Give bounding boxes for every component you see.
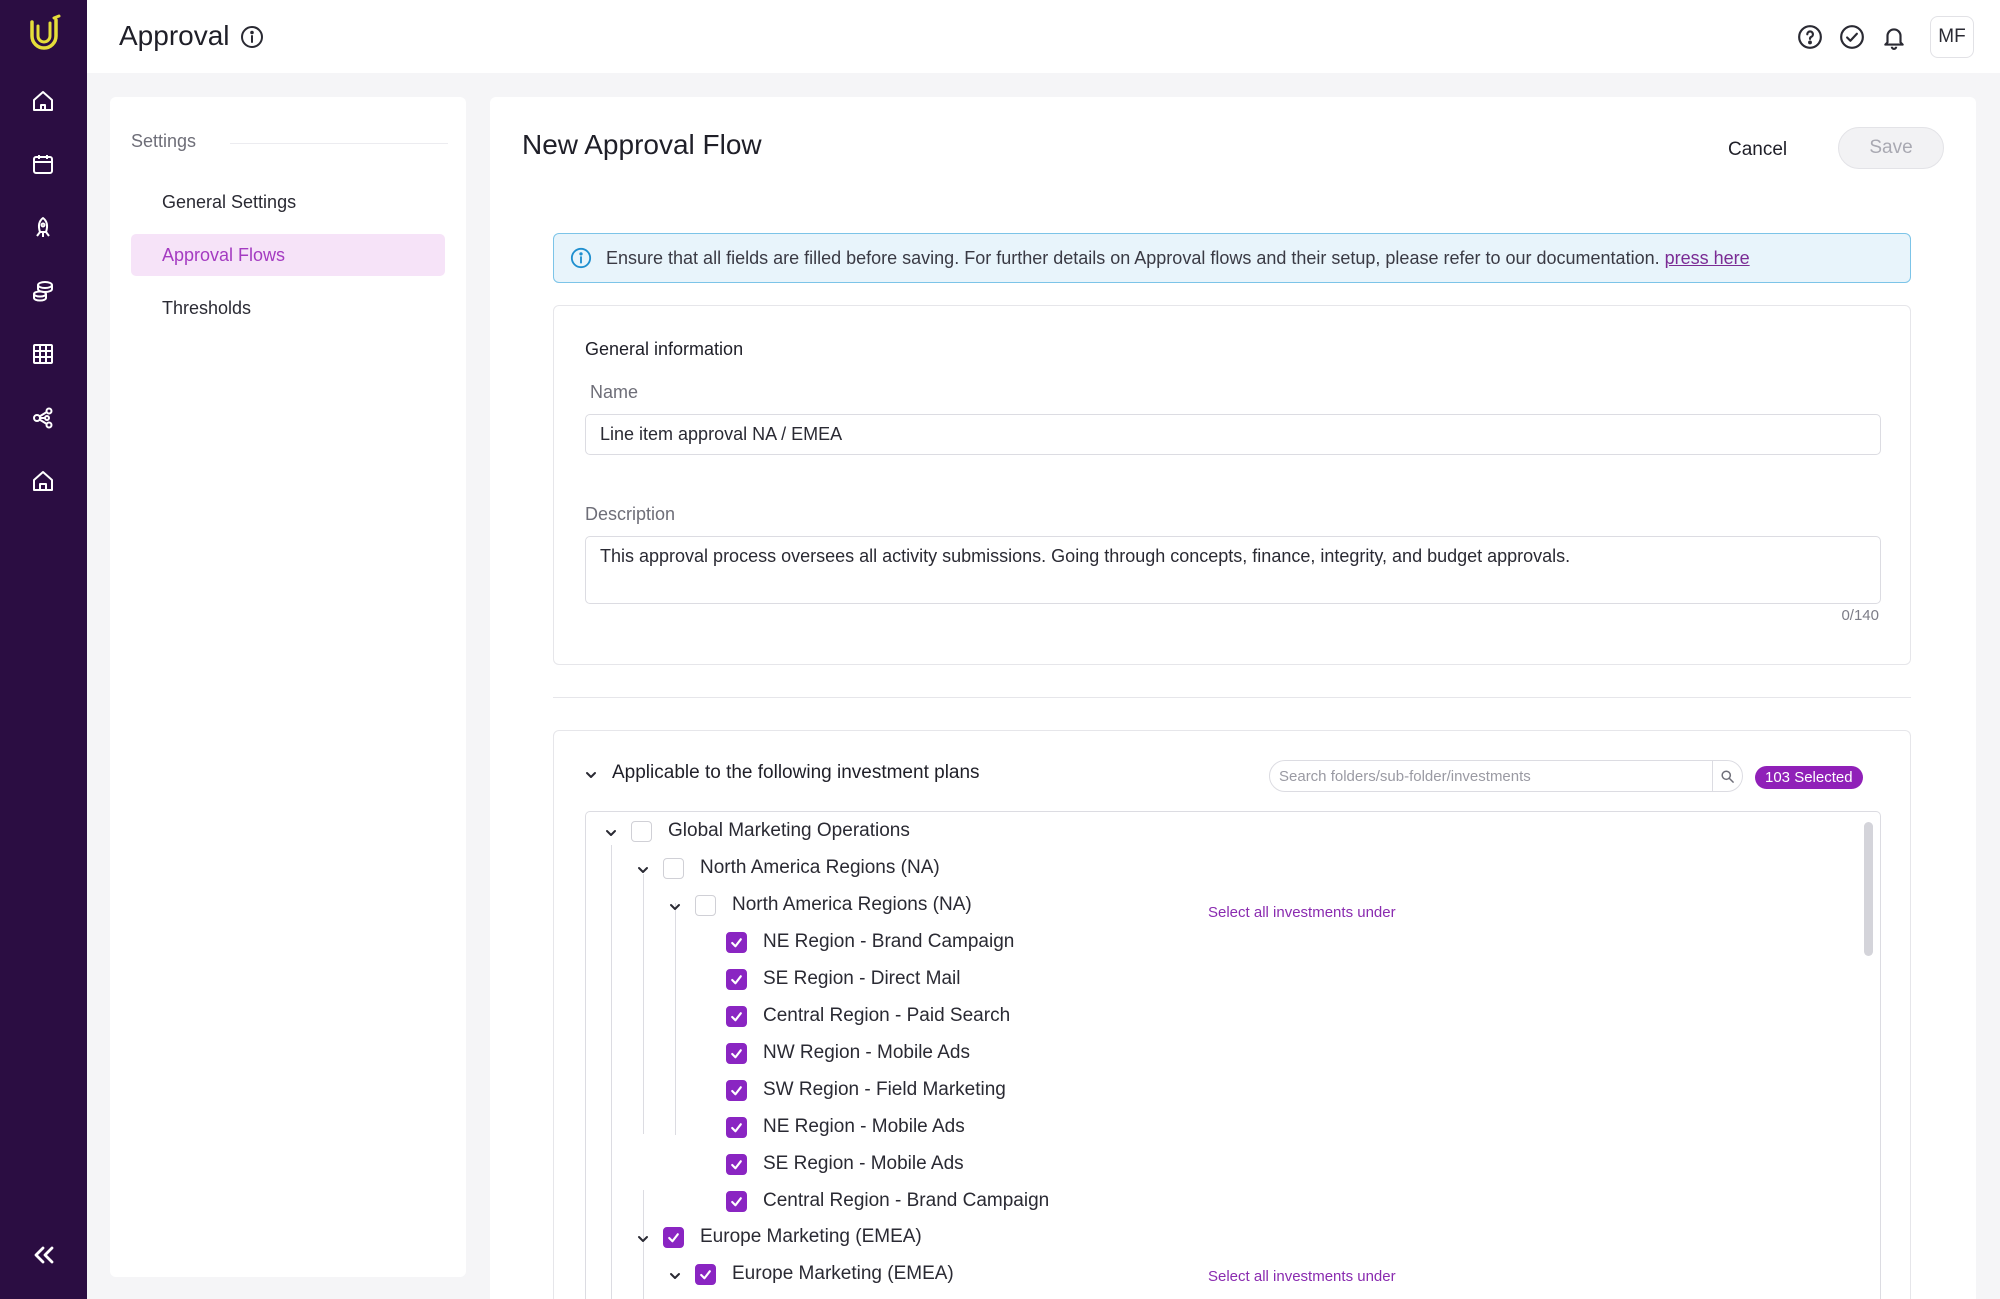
tree-investment-label: NW Region - Mobile Ads bbox=[763, 1042, 970, 1063]
name-label: Name bbox=[590, 382, 639, 402]
nav-rocket-icon[interactable] bbox=[27, 212, 59, 244]
tree-folder-label: Europe Marketing (EMEA) bbox=[700, 1226, 922, 1247]
name-field[interactable] bbox=[585, 414, 1881, 455]
tree-folder-row: Europe Marketing (EMEA) bbox=[668, 1259, 954, 1289]
collapse-chevron-icon[interactable] bbox=[584, 768, 598, 782]
investment-checkbox[interactable] bbox=[726, 1190, 747, 1212]
investment-tree: Global Marketing Operations North Americ… bbox=[585, 811, 1881, 1299]
select-all-investments-link[interactable]: Select all investments under bbox=[1208, 904, 1396, 921]
tree-guide-line bbox=[675, 903, 676, 1135]
chevron-down-icon[interactable] bbox=[668, 898, 682, 912]
investment-checkbox[interactable] bbox=[726, 1042, 747, 1064]
nav-calendar-icon[interactable] bbox=[27, 148, 59, 180]
investment-search bbox=[1269, 760, 1743, 792]
nav-coins-icon[interactable] bbox=[27, 275, 59, 307]
folder-checkbox[interactable] bbox=[631, 820, 652, 842]
investment-checkbox[interactable] bbox=[726, 1153, 747, 1175]
save-button[interactable]: Save bbox=[1838, 127, 1944, 169]
settings-section-title: Settings bbox=[131, 131, 197, 151]
settings-item-thresholds[interactable]: Thresholds bbox=[131, 287, 445, 329]
settings-panel: Settings General Settings Approval Flows… bbox=[110, 97, 466, 1277]
user-avatar[interactable]: MF bbox=[1930, 16, 1974, 58]
tree-investment-row: SE Region - Direct Mail bbox=[726, 964, 960, 994]
chevron-down-icon[interactable] bbox=[636, 1230, 650, 1244]
chevron-down-icon[interactable] bbox=[604, 824, 618, 838]
tree-investment-row: NW Region - Mobile Ads bbox=[726, 1038, 970, 1068]
description-field[interactable]: This approval process oversees all activ… bbox=[585, 536, 1881, 604]
tree-folder-label: Global Marketing Operations bbox=[668, 820, 910, 841]
investment-checkbox[interactable] bbox=[726, 1005, 747, 1027]
investment-checkbox[interactable] bbox=[726, 1079, 747, 1101]
page-title: Approval bbox=[119, 20, 230, 51]
info-banner: Ensure that all fields are filled before… bbox=[553, 233, 1911, 283]
tree-investment-row: NE Region - Mobile Ads bbox=[726, 1112, 965, 1142]
folder-checkbox[interactable] bbox=[663, 857, 684, 879]
investment-search-input[interactable] bbox=[1270, 761, 1712, 791]
tree-folder-row: Europe Marketing (EMEA) bbox=[636, 1222, 922, 1252]
tree-guide-line bbox=[643, 874, 644, 1134]
character-counter: 0/140 bbox=[1841, 607, 1879, 624]
folder-checkbox[interactable] bbox=[663, 1226, 684, 1248]
chevron-down-icon[interactable] bbox=[636, 861, 650, 875]
nav-home-alt-icon[interactable] bbox=[27, 465, 59, 497]
info-icon[interactable] bbox=[240, 25, 264, 49]
collapse-sidebar-icon[interactable] bbox=[27, 1240, 61, 1270]
general-information-card: General information Name Description Thi… bbox=[553, 305, 1911, 665]
tree-investment-label: SE Region - Mobile Ads bbox=[763, 1153, 964, 1174]
tree-investment-label: SE Region - Direct Mail bbox=[763, 968, 961, 989]
tree-investment-row: SW Region - Field Marketing bbox=[726, 1075, 1006, 1105]
left-rail bbox=[0, 0, 87, 1299]
tree-investment-row: NE Region - Brand Campaign bbox=[726, 927, 1014, 957]
check-circle-icon[interactable] bbox=[1839, 24, 1865, 50]
section-divider bbox=[230, 143, 448, 144]
tree-investment-row: Central Region - Brand Campaign bbox=[726, 1186, 1049, 1216]
investment-plans-title: Applicable to the following investment p… bbox=[612, 762, 980, 783]
nav-share-icon[interactable] bbox=[27, 402, 59, 434]
selected-count-badge: 103 Selected bbox=[1755, 766, 1863, 789]
info-circle-icon bbox=[570, 247, 592, 269]
investment-checkbox[interactable] bbox=[726, 1116, 747, 1138]
tree-investment-label: Central Region - Paid Search bbox=[763, 1005, 1011, 1026]
settings-item-approval-flows[interactable]: Approval Flows bbox=[131, 234, 445, 276]
approval-flow-editor: New Approval Flow Cancel Save Ensure tha… bbox=[490, 97, 1976, 1299]
help-icon[interactable] bbox=[1797, 24, 1823, 50]
nav-table-icon[interactable] bbox=[27, 338, 59, 370]
tree-folder-label: North America Regions (NA) bbox=[732, 894, 972, 915]
description-label: Description bbox=[585, 504, 676, 524]
folder-checkbox[interactable] bbox=[695, 1263, 716, 1285]
app-logo-icon[interactable] bbox=[24, 14, 64, 56]
bell-icon[interactable] bbox=[1881, 24, 1907, 50]
investment-checkbox[interactable] bbox=[726, 968, 747, 990]
cancel-button[interactable]: Cancel bbox=[1716, 130, 1799, 170]
banner-text: Ensure that all fields are filled before… bbox=[606, 247, 1660, 268]
tree-folder-label: North America Regions (NA) bbox=[700, 857, 940, 878]
search-icon[interactable] bbox=[1712, 761, 1742, 791]
tree-guide-line bbox=[611, 845, 612, 1299]
tree-folder-row: North America Regions (NA) bbox=[636, 853, 940, 883]
tree-folder-row: Global Marketing Operations bbox=[604, 816, 910, 846]
folder-checkbox[interactable] bbox=[695, 894, 716, 916]
investment-checkbox[interactable] bbox=[726, 931, 747, 953]
flow-title: New Approval Flow bbox=[522, 129, 762, 160]
section-divider bbox=[553, 697, 1911, 698]
tree-folder-row: North America Regions (NA) bbox=[668, 890, 972, 920]
tree-investment-label: NE Region - Brand Campaign bbox=[763, 931, 1015, 952]
nav-home-icon[interactable] bbox=[27, 85, 59, 117]
select-all-investments-link[interactable]: Select all investments under bbox=[1208, 1268, 1396, 1285]
tree-investment-row: SE Region - Mobile Ads bbox=[726, 1149, 964, 1179]
investment-plans-card: Applicable to the following investment p… bbox=[553, 730, 1911, 1299]
top-bar: Approval MF bbox=[87, 0, 2000, 73]
documentation-link[interactable]: press here bbox=[1665, 248, 1750, 269]
tree-investment-label: NE Region - Mobile Ads bbox=[763, 1116, 965, 1137]
general-information-title: General information bbox=[585, 339, 744, 359]
chevron-down-icon[interactable] bbox=[668, 1267, 682, 1281]
tree-investment-row: Central Region - Paid Search bbox=[726, 1001, 1010, 1031]
settings-item-general-settings[interactable]: General Settings bbox=[131, 181, 445, 223]
tree-investment-label: Central Region - Brand Campaign bbox=[763, 1190, 1050, 1211]
tree-scrollbar[interactable] bbox=[1864, 822, 1873, 956]
tree-folder-label: Europe Marketing (EMEA) bbox=[732, 1263, 954, 1284]
tree-investment-label: SW Region - Field Marketing bbox=[763, 1079, 1006, 1100]
